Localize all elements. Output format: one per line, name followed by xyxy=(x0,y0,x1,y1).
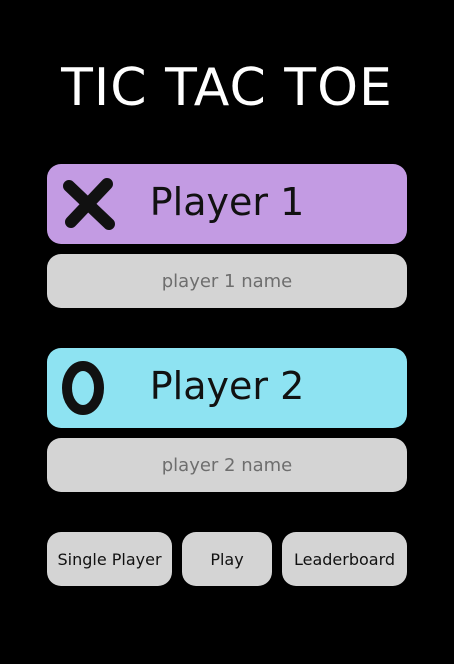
player-1-card[interactable]: Player 1 xyxy=(47,164,407,244)
player-2-label: Player 2 xyxy=(149,364,305,408)
player-2-name-input[interactable] xyxy=(47,438,407,492)
play-button[interactable]: Play xyxy=(182,532,272,586)
page-title: TIC TAC TOE xyxy=(61,58,393,118)
player-2-card[interactable]: Player 2 xyxy=(47,348,407,428)
player-1-name-input[interactable] xyxy=(47,254,407,308)
leaderboard-button[interactable]: Leaderboard xyxy=(282,532,407,586)
player-1-label: Player 1 xyxy=(149,180,305,224)
single-player-button[interactable]: Single Player xyxy=(47,532,172,586)
